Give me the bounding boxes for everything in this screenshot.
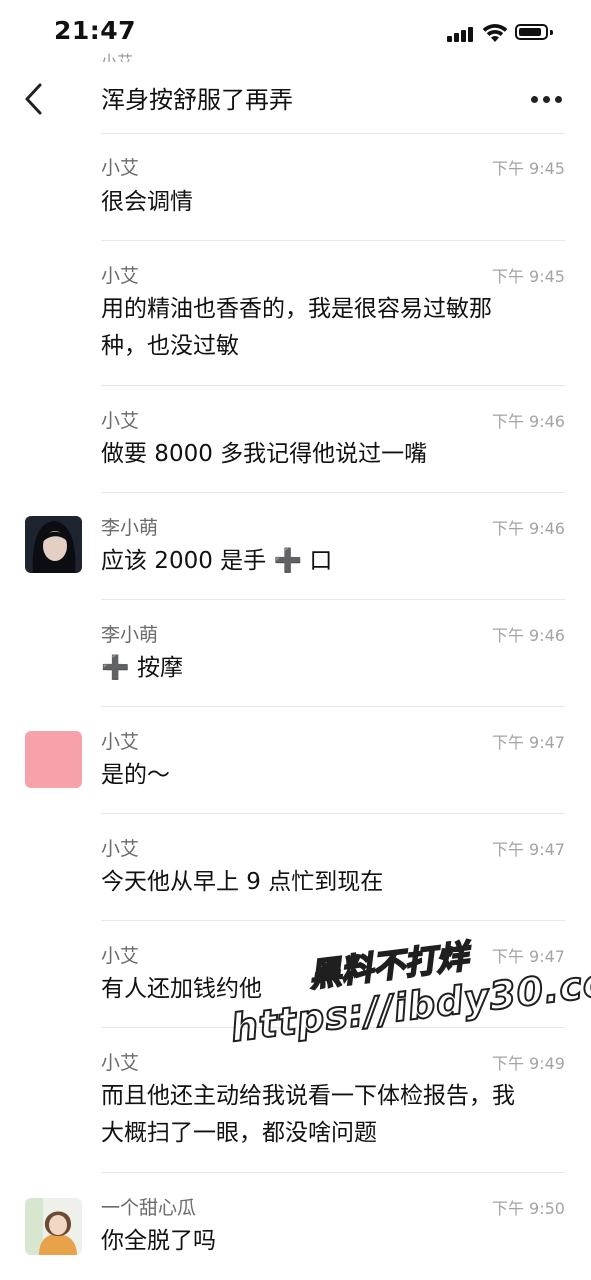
message-time: 下午 9:45 <box>491 159 565 178</box>
divider <box>101 240 565 241</box>
message-text: 做要 8000 多我记得他说过一嘴 <box>101 441 428 467</box>
message-text: 是的～ <box>101 762 170 788</box>
status-bar: 21:47 <box>0 0 591 64</box>
divider <box>101 492 565 493</box>
wifi-icon <box>482 24 508 42</box>
header-peek-text: 小艾 <box>101 52 134 62</box>
message-sender: 李小萌 <box>101 624 159 646</box>
divider <box>101 920 565 921</box>
divider <box>101 599 565 600</box>
message-time: 下午 9:47 <box>491 947 565 966</box>
message-item[interactable]: 小艾 下午 9:47 是的～ <box>0 706 591 813</box>
message-time: 下午 9:46 <box>491 519 565 538</box>
message-text: 今天他从早上 9 点忙到现在 <box>101 869 384 895</box>
header-last-message: 浑身按舒服了再弄 <box>101 86 293 114</box>
status-time: 21:47 <box>54 16 137 45</box>
message-item[interactable]: 李小萌 下午 9:46 ➕ 按摩 <box>0 599 591 706</box>
message-time: 下午 9:46 <box>491 412 565 431</box>
message-sender: 小艾 <box>101 1052 140 1074</box>
message-time: 下午 9:50 <box>491 1199 565 1218</box>
back-chevron-icon[interactable] <box>22 82 48 116</box>
cellular-signal-icon <box>447 26 475 42</box>
message-sender: 小艾 <box>101 265 140 287</box>
message-item[interactable]: 小艾 下午 9:45 用的精油也香香的，我是很容易过敏那 种，也没过敏 <box>0 240 591 385</box>
avatar[interactable] <box>25 516 82 573</box>
message-item[interactable]: 李小萌 下午 9:46 应该 2000 是手 ➕ 口 <box>0 492 591 599</box>
message-text: 用的精油也香香的，我是很容易过敏那 种，也没过敏 <box>101 296 492 359</box>
message-text: ➕ 按摩 <box>101 655 183 681</box>
divider <box>101 1027 565 1028</box>
message-sender: 小艾 <box>101 157 140 179</box>
message-item[interactable]: 小艾 下午 9:49 而且他还主动给我说看一下体检报告，我 大概扫了一眼，都没啥… <box>0 1027 591 1172</box>
chat-header: 小艾 浑身按舒服了再弄 <box>0 52 591 134</box>
divider <box>101 813 565 814</box>
message-sender: 小艾 <box>101 945 140 967</box>
divider <box>101 385 565 386</box>
message-item[interactable]: 小艾 下午 9:45 很会调情 <box>0 133 591 240</box>
message-sender: 一个甜心瓜 <box>101 1197 197 1219</box>
message-sender: 小艾 <box>101 838 140 860</box>
message-sender: 李小萌 <box>101 517 159 539</box>
message-sender: 小艾 <box>101 410 140 432</box>
avatar[interactable] <box>25 731 82 788</box>
message-time: 下午 9:49 <box>491 1054 565 1073</box>
message-item[interactable]: 小艾 下午 9:47 今天他从早上 9 点忙到现在 <box>0 813 591 920</box>
message-item[interactable]: 小艾 下午 9:47 有人还加钱约他 <box>0 920 591 1027</box>
message-text: 很会调情 <box>101 189 193 215</box>
message-sender: 小艾 <box>101 731 140 753</box>
more-options-icon[interactable] <box>531 96 563 104</box>
message-text: 有人还加钱约他 <box>101 976 262 1002</box>
message-time: 下午 9:47 <box>491 840 565 859</box>
message-time: 下午 9:46 <box>491 626 565 645</box>
avatar[interactable] <box>25 1198 82 1255</box>
message-item[interactable]: 小艾 下午 9:46 做要 8000 多我记得他说过一嘴 <box>0 385 591 492</box>
message-time: 下午 9:47 <box>491 733 565 752</box>
divider <box>101 706 565 707</box>
message-text: 而且他还主动给我说看一下体检报告，我 大概扫了一眼，都没啥问题 <box>101 1083 515 1146</box>
message-item[interactable]: 一个甜心瓜 下午 9:50 你全脱了吗 <box>0 1172 591 1280</box>
divider <box>101 133 565 134</box>
message-time: 下午 9:45 <box>491 267 565 286</box>
divider <box>101 1172 565 1173</box>
battery-icon <box>515 24 553 40</box>
message-text: 应该 2000 是手 ➕ 口 <box>101 548 333 574</box>
message-text: 你全脱了吗 <box>101 1228 216 1254</box>
